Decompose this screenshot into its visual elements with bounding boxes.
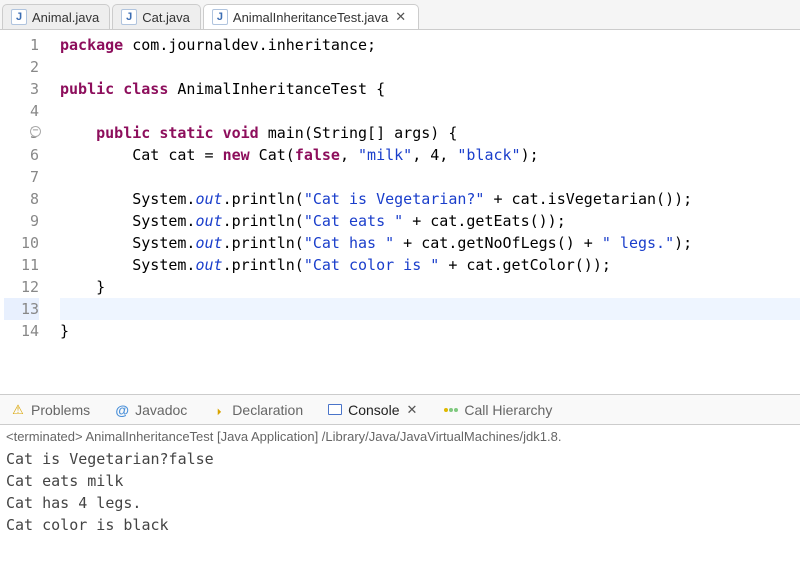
javadoc-icon: @ — [114, 402, 130, 418]
line-number: 13 — [4, 298, 39, 320]
line-number: 4 — [4, 100, 39, 122]
editor-tab-label: AnimalInheritanceTest.java — [233, 10, 388, 25]
editor-tab-0[interactable]: J Animal.java — [2, 4, 110, 29]
tab-problems[interactable]: Problems — [6, 400, 94, 420]
line-number: 6 — [4, 144, 39, 166]
line-number-gutter: 12345−67891011121314 — [0, 30, 48, 394]
java-file-icon: J — [11, 9, 27, 25]
console-line: Cat has 4 legs. — [6, 492, 796, 514]
code-line[interactable]: } — [60, 320, 800, 342]
line-number: 11 — [4, 254, 39, 276]
code-editor[interactable]: 12345−67891011121314 package com.journal… — [0, 30, 800, 394]
bottom-panel: Problems @ Javadoc Declaration Console ✕… — [0, 395, 800, 536]
tab-javadoc-label: Javadoc — [135, 402, 187, 418]
editor-tab-label: Cat.java — [142, 10, 190, 25]
tab-call-hierarchy[interactable]: Call Hierarchy — [439, 400, 556, 420]
line-number: 1 — [4, 34, 39, 56]
code-line[interactable] — [60, 298, 800, 320]
code-line[interactable] — [60, 56, 800, 78]
line-number: 5− — [4, 122, 39, 144]
line-number: 8 — [4, 188, 39, 210]
console-output[interactable]: <terminated> AnimalInheritanceTest [Java… — [0, 425, 800, 536]
code-content[interactable]: package com.journaldev.inheritance; publi… — [48, 30, 800, 394]
close-icon[interactable]: ✕ — [393, 9, 408, 25]
close-icon[interactable]: ✕ — [405, 402, 420, 418]
console-line: Cat color is black — [6, 514, 796, 536]
editor-tab-2[interactable]: J AnimalInheritanceTest.java ✕ — [203, 4, 419, 29]
code-line[interactable]: Cat cat = new Cat(false, "milk", 4, "bla… — [60, 144, 800, 166]
code-line[interactable]: } — [60, 276, 800, 298]
line-number: 10 — [4, 232, 39, 254]
console-line: Cat is Vegetarian?false — [6, 448, 796, 470]
declaration-icon — [211, 402, 227, 418]
line-number: 14 — [4, 320, 39, 342]
tab-declaration-label: Declaration — [232, 402, 303, 418]
code-line[interactable]: public class AnimalInheritanceTest { — [60, 78, 800, 100]
tab-javadoc[interactable]: @ Javadoc — [110, 400, 191, 420]
fold-toggle-icon[interactable]: − — [30, 126, 41, 137]
editor-area: J Animal.java J Cat.java J AnimalInheritanceT… — [0, 0, 800, 395]
editor-tab-1[interactable]: J Cat.java — [112, 4, 201, 29]
bottom-tab-bar: Problems @ Javadoc Declaration Console ✕… — [0, 395, 800, 425]
problems-icon — [10, 402, 26, 418]
code-line[interactable] — [60, 166, 800, 188]
line-number: 12 — [4, 276, 39, 298]
code-line[interactable] — [60, 100, 800, 122]
tab-console[interactable]: Console ✕ — [323, 400, 423, 420]
line-number: 2 — [4, 56, 39, 78]
code-line[interactable]: System.out.println("Cat eats " + cat.get… — [60, 210, 800, 232]
tab-console-label: Console — [348, 402, 399, 418]
tab-declaration[interactable]: Declaration — [207, 400, 307, 420]
tab-problems-label: Problems — [31, 402, 90, 418]
code-line[interactable]: package com.journaldev.inheritance; — [60, 34, 800, 56]
editor-tab-label: Animal.java — [32, 10, 99, 25]
call-hierarchy-icon — [443, 402, 459, 418]
console-line: Cat eats milk — [6, 470, 796, 492]
line-number: 9 — [4, 210, 39, 232]
console-icon — [327, 402, 343, 418]
code-line[interactable]: System.out.println("Cat color is " + cat… — [60, 254, 800, 276]
line-number: 3 — [4, 78, 39, 100]
java-file-icon: J — [212, 9, 228, 25]
line-number: 7 — [4, 166, 39, 188]
java-file-icon: J — [121, 9, 137, 25]
editor-tab-bar: J Animal.java J Cat.java J AnimalInheritanceT… — [0, 0, 800, 30]
code-line[interactable]: public static void main(String[] args) { — [60, 122, 800, 144]
tab-call-hierarchy-label: Call Hierarchy — [464, 402, 552, 418]
code-line[interactable]: System.out.println("Cat is Vegetarian?" … — [60, 188, 800, 210]
code-line[interactable]: System.out.println("Cat has " + cat.getN… — [60, 232, 800, 254]
console-status-line: <terminated> AnimalInheritanceTest [Java… — [6, 429, 796, 448]
